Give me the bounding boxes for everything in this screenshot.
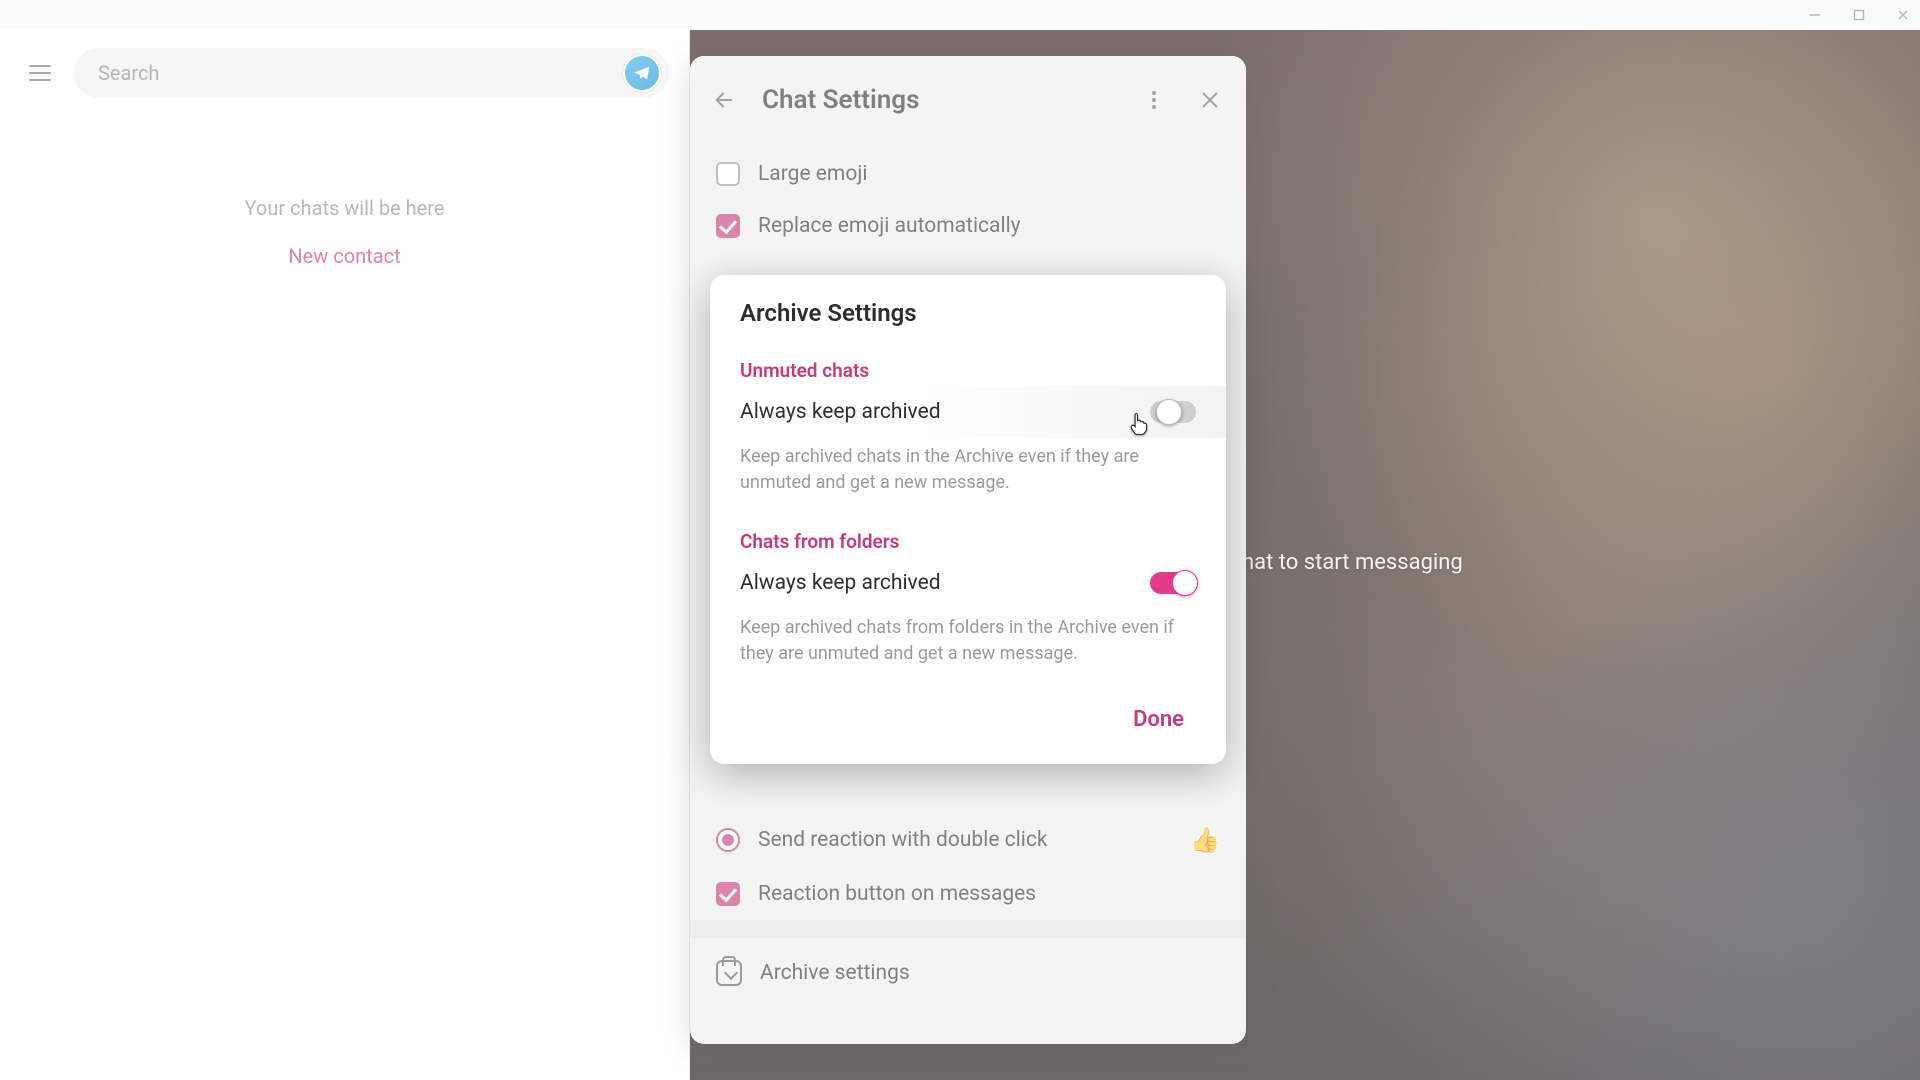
section-unmuted-chats: Unmuted chats <box>710 345 1226 386</box>
toggle-unmuted-keep-archived[interactable]: Always keep archived <box>710 386 1226 438</box>
desc-folders: Keep archived chats from folders in the … <box>710 609 1226 687</box>
done-button[interactable]: Done <box>1121 699 1196 740</box>
desc-unmuted: Keep archived chats in the Archive even … <box>710 438 1226 516</box>
modal-title: Archive Settings <box>740 299 1196 327</box>
toggle-folders-keep-archived[interactable]: Always keep archived <box>710 557 1226 609</box>
pointer-cursor-icon <box>1126 410 1152 436</box>
switch-off-icon <box>1150 401 1196 423</box>
toggle-label: Always keep archived <box>740 571 941 595</box>
archive-settings-modal: Archive Settings Unmuted chats Always ke… <box>710 275 1226 764</box>
toggle-label: Always keep archived <box>740 400 941 424</box>
section-chats-from-folders: Chats from folders <box>710 516 1226 557</box>
switch-on-icon <box>1150 572 1196 594</box>
